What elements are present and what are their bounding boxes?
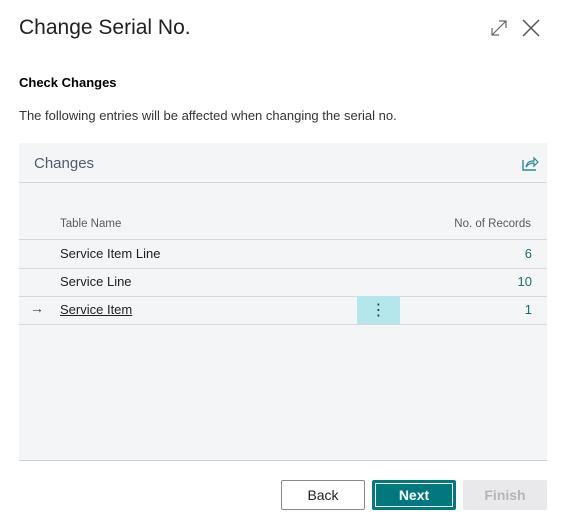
- records-cell[interactable]: 10: [518, 274, 532, 289]
- panel-title: Changes: [34, 155, 95, 172]
- records-cell[interactable]: 1: [525, 302, 532, 317]
- table-row[interactable]: Service Line 10: [19, 268, 547, 297]
- section-title: Check Changes: [19, 75, 117, 90]
- next-button[interactable]: Next: [372, 480, 456, 510]
- changes-panel: Changes Table Name No. of Records Servic…: [19, 143, 547, 461]
- table-row-selected[interactable]: → Service Item ⋮ 1: [19, 296, 547, 325]
- row-more-options-icon[interactable]: ⋮: [357, 296, 400, 324]
- records-cell[interactable]: 6: [525, 246, 532, 261]
- back-button[interactable]: Back: [281, 480, 365, 510]
- dialog-title: Change Serial No.: [19, 16, 191, 39]
- instruction-text: The following entries will be affected w…: [19, 108, 397, 123]
- row-selected-arrow-icon: →: [30, 300, 44, 316]
- finish-button[interactable]: Finish: [463, 480, 547, 510]
- table-name-link[interactable]: Service Item: [60, 302, 132, 317]
- table-name-cell: Service Line: [60, 274, 132, 289]
- table-row[interactable]: Service Item Line 6: [19, 240, 547, 269]
- share-icon[interactable]: [521, 154, 539, 172]
- column-header-table-name[interactable]: Table Name: [60, 218, 121, 230]
- panel-header: Changes: [19, 143, 547, 183]
- expand-icon[interactable]: [488, 17, 510, 39]
- close-icon[interactable]: [520, 17, 542, 39]
- column-header-no-of-records[interactable]: No. of Records: [454, 218, 531, 230]
- table-name-cell: Service Item Line: [60, 246, 161, 261]
